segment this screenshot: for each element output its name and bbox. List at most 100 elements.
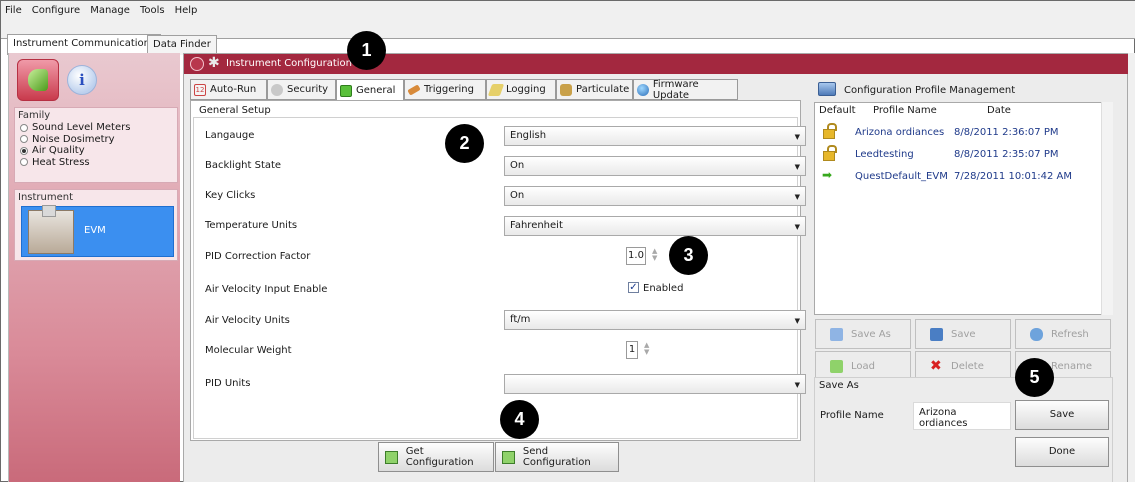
general-setup-title: General Setup [199,105,271,116]
family-option-sound-level-meters[interactable]: Sound Level Meters [18,122,174,134]
refresh-button[interactable]: Refresh [1015,319,1111,349]
rename-label: Rename [1051,360,1093,372]
tab-data-finder[interactable]: Data Finder [147,35,217,55]
tab-security[interactable]: Security [267,79,336,100]
tab-firmware-update[interactable]: Firmware Update [633,79,738,101]
menu-bar: File Configure Manage Tools Help [1,1,1135,19]
instrument-tile-evm[interactable]: EVM [21,205,174,257]
tab-label: Triggering [424,84,474,95]
radio-selected-icon[interactable] [20,146,28,155]
air-velocity-enable-label: Air Velocity Input Enable [205,284,328,295]
get-configuration-label: Get Configuration [405,446,474,468]
pid-correction-stepper[interactable]: 1.0 [626,247,646,265]
save-as-button[interactable]: Save As [815,319,911,349]
menu-tools[interactable]: Tools [140,5,165,16]
tab-label: Security [287,84,329,95]
pid-units-label: PID Units [205,378,251,389]
molecular-weight-stepper[interactable]: 1 [626,341,638,359]
radio-icon[interactable] [20,135,28,144]
instrument-title: Instrument [18,192,74,203]
tab-general[interactable]: General [336,79,404,101]
profile-list[interactable]: Default Profile Name Date Arizona ordian… [814,102,1113,315]
pid-units-dropdown[interactable] [504,374,806,394]
profile-row[interactable]: Leedtesting 8/8/2011 2:35:07 PM [815,143,1105,163]
menu-configure[interactable]: Configure [32,5,80,16]
key-clicks-dropdown[interactable]: On [504,186,806,206]
profile-name-label: Profile Name [820,410,884,421]
air-velocity-units-label: Air Velocity Units [205,315,290,326]
panel-title: Instrument Configuration [226,58,353,69]
tab-triggering[interactable]: Triggering [404,79,486,100]
refresh-label: Refresh [1051,328,1089,340]
done-button[interactable]: Done [1015,437,1109,467]
load-label: Load [851,360,875,372]
lock-icon [823,123,837,139]
profile-name-input[interactable]: Arizona ordiances [913,402,1011,430]
menu-manage[interactable]: Manage [90,5,130,16]
family-option-heat-stress[interactable]: Heat Stress [18,157,174,169]
info-icon[interactable]: i [67,65,97,95]
instrument-name: EVM [84,225,106,236]
menu-file[interactable]: File [5,5,22,16]
save-label: Save [951,328,976,340]
air-velocity-enable-checkbox-label: Enabled [643,283,684,294]
profile-name: Arizona ordiances [855,127,945,138]
radio-icon[interactable] [20,123,28,132]
stepper-arrows-icon[interactable]: ▲ ▼ [644,342,652,358]
profile-row[interactable]: Arizona ordiances 8/8/2011 2:36:07 PM [815,121,1105,141]
pid-correction-label: PID Correction Factor [205,251,311,262]
air-velocity-units-dropdown[interactable]: ft/m [504,310,806,330]
family-title: Family [18,110,51,121]
tab-label: Particulate [576,84,630,95]
profile-name: QuestDefault_EVM [855,171,948,182]
lock-icon [271,83,283,96]
globe-icon [637,83,649,96]
send-icon [502,450,515,464]
tab-label: Logging [506,84,546,95]
tab-logging[interactable]: Logging [486,79,556,100]
window-scrollbar[interactable] [1128,53,1135,482]
get-configuration-button[interactable]: Get Configuration [378,442,494,472]
air-velocity-enable-checkbox[interactable]: ✓ [628,282,639,293]
collapse-circle-icon[interactable] [190,57,204,71]
family-option-noise-dosimetry[interactable]: Noise Dosimetry [18,134,174,146]
tab-label: General [356,85,396,96]
pencil-icon [487,83,505,96]
profile-management-title: Configuration Profile Management [844,85,1016,96]
profile-name: Leedtesting [855,149,914,160]
save-as-save-button[interactable]: Save [1015,400,1109,430]
get-icon [385,450,398,464]
menu-help[interactable]: Help [175,5,198,16]
trigger-icon [407,83,421,96]
callout-2: 2 [445,124,484,163]
stepper-arrows-icon[interactable]: ▲ ▼ [652,248,660,264]
instrument-configuration-panel: ✱ Instrument Configuration 12 Auto-Run Se… [183,53,1129,482]
delete-label: Delete [951,360,984,372]
backlight-label: Backlight State [205,160,282,171]
profile-date: 8/8/2011 2:35:07 PM [954,149,1059,160]
save-profile-button[interactable]: Save [915,319,1011,349]
tab-particulate[interactable]: Particulate [556,79,633,100]
tab-instrument-communications[interactable]: Instrument Communications [7,34,162,55]
app-logo-icon[interactable] [17,59,59,101]
save-as-label: Save As [851,328,891,340]
family-option-air-quality[interactable]: Air Quality [18,145,174,157]
save-as-title: Save As [819,380,859,391]
profile-row[interactable]: ➡ QuestDefault_EVM 7/28/2011 10:01:42 AM [815,165,1105,185]
language-dropdown[interactable]: English [504,126,806,146]
family-option-label: Noise Dosimetry [32,133,115,145]
callout-4: 4 [500,400,539,439]
profile-management-icon [818,82,836,96]
temperature-units-dropdown[interactable]: Fahrenheit [504,216,806,236]
radio-icon[interactable] [20,158,28,167]
tab-auto-run[interactable]: 12 Auto-Run [190,79,267,100]
save-as-group: Save As Profile Name Arizona ordiances S… [814,377,1113,482]
arrow-right-icon: ➡ [822,168,833,182]
backlight-dropdown[interactable]: On [504,156,806,176]
profile-list-scrollbar[interactable] [1101,102,1113,315]
panel-title-bar: ✱ Instrument Configuration [184,54,1129,74]
instrument-group: Instrument EVM [14,189,178,261]
send-configuration-button[interactable]: Send Configuration [495,442,619,472]
calendar-icon: 12 [194,83,206,96]
column-date: Date [987,105,1011,116]
